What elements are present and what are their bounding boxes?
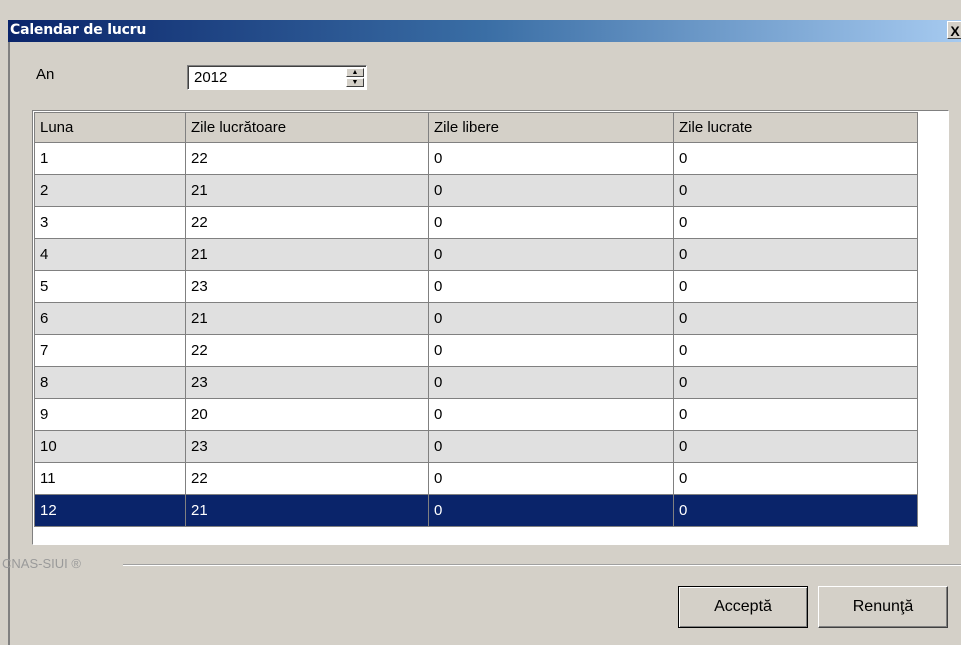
year-value[interactable]: 2012 (194, 69, 227, 86)
table-cell[interactable]: 0 (673, 270, 918, 303)
table-cell[interactable]: 10 (34, 430, 186, 463)
column-header-luna[interactable]: Luna (34, 112, 186, 143)
year-spinner[interactable]: 2012 ▲ ▼ (187, 65, 367, 90)
grid-header-row: Luna Zile lucrătoare Zile libere Zile lu… (34, 112, 918, 143)
window-title: Calendar de lucru (10, 22, 147, 38)
table-cell[interactable]: 0 (673, 398, 918, 431)
table-cell[interactable]: 0 (428, 238, 674, 271)
spin-up-icon[interactable]: ▲ (346, 68, 364, 77)
table-cell[interactable]: 0 (673, 174, 918, 207)
table-cell[interactable]: 21 (185, 174, 429, 207)
table-row[interactable]: 12 21 0 0 (34, 494, 918, 527)
table-cell[interactable]: 11 (34, 462, 186, 495)
table-cell[interactable]: 5 (34, 270, 186, 303)
table-cell[interactable]: 8 (34, 366, 186, 399)
table-cell[interactable]: 22 (185, 206, 429, 239)
table-cell[interactable]: 0 (428, 462, 674, 495)
table-cell[interactable]: 0 (428, 302, 674, 335)
table-cell[interactable]: 21 (185, 302, 429, 335)
title-bar[interactable]: Calendar de lucru X (8, 20, 961, 42)
table-row[interactable]: 7 22 0 0 (34, 334, 918, 367)
table-cell[interactable]: 23 (185, 366, 429, 399)
table-cell[interactable]: 21 (185, 494, 429, 527)
brand-label: CNAS-SIUI ® (2, 556, 81, 571)
spin-down-icon[interactable]: ▼ (346, 78, 364, 87)
table-cell[interactable]: 0 (428, 206, 674, 239)
table-cell[interactable]: 22 (185, 334, 429, 367)
column-header-zile-lucrate[interactable]: Zile lucrate (673, 112, 918, 143)
close-icon[interactable]: X (947, 21, 961, 39)
table-cell[interactable]: 0 (673, 462, 918, 495)
table-cell[interactable]: 22 (185, 462, 429, 495)
table-row[interactable]: 2 21 0 0 (34, 174, 918, 207)
table-cell[interactable]: 0 (673, 206, 918, 239)
table-row[interactable]: 9 20 0 0 (34, 398, 918, 431)
table-cell[interactable]: 0 (428, 398, 674, 431)
table-cell[interactable]: 7 (34, 334, 186, 367)
table-row[interactable]: 4 21 0 0 (34, 238, 918, 271)
table-cell[interactable]: 21 (185, 238, 429, 271)
table-cell[interactable]: 0 (673, 366, 918, 399)
accept-button[interactable]: Acceptă (678, 586, 808, 628)
table-cell[interactable]: 9 (34, 398, 186, 431)
table-cell[interactable]: 0 (673, 238, 918, 271)
footer-divider (123, 564, 961, 566)
table-cell[interactable]: 0 (428, 494, 674, 527)
table-row[interactable]: 10 23 0 0 (34, 430, 918, 463)
table-cell[interactable]: 23 (185, 430, 429, 463)
table-cell[interactable]: 0 (428, 270, 674, 303)
table-row[interactable]: 6 21 0 0 (34, 302, 918, 335)
table-cell[interactable]: 0 (673, 430, 918, 463)
column-header-zile-libere[interactable]: Zile libere (428, 112, 674, 143)
table-cell[interactable]: 0 (673, 334, 918, 367)
table-row[interactable]: 3 22 0 0 (34, 206, 918, 239)
table-cell[interactable]: 23 (185, 270, 429, 303)
year-label: An (36, 66, 55, 83)
table-cell[interactable]: 12 (34, 494, 186, 527)
months-grid[interactable]: Luna Zile lucrătoare Zile libere Zile lu… (32, 110, 949, 545)
table-cell[interactable]: 20 (185, 398, 429, 431)
table-cell[interactable]: 0 (673, 494, 918, 527)
table-cell[interactable]: 0 (428, 174, 674, 207)
table-cell[interactable]: 3 (34, 206, 186, 239)
table-cell[interactable]: 6 (34, 302, 186, 335)
table-cell[interactable]: 0 (428, 366, 674, 399)
table-row[interactable]: 1 22 0 0 (34, 142, 918, 175)
table-cell[interactable]: 0 (428, 430, 674, 463)
table-cell[interactable]: 4 (34, 238, 186, 271)
window-frame (8, 42, 10, 645)
table-row[interactable]: 11 22 0 0 (34, 462, 918, 495)
table-cell[interactable]: 1 (34, 142, 186, 175)
table-cell[interactable]: 0 (428, 142, 674, 175)
cancel-button[interactable]: Renunţă (818, 586, 948, 628)
table-cell[interactable]: 22 (185, 142, 429, 175)
table-cell[interactable]: 0 (673, 302, 918, 335)
table-row[interactable]: 8 23 0 0 (34, 366, 918, 399)
table-cell[interactable]: 2 (34, 174, 186, 207)
table-cell[interactable]: 0 (428, 334, 674, 367)
column-header-zile-lucratoare[interactable]: Zile lucrătoare (185, 112, 429, 143)
table-row[interactable]: 5 23 0 0 (34, 270, 918, 303)
table-cell[interactable]: 0 (673, 142, 918, 175)
